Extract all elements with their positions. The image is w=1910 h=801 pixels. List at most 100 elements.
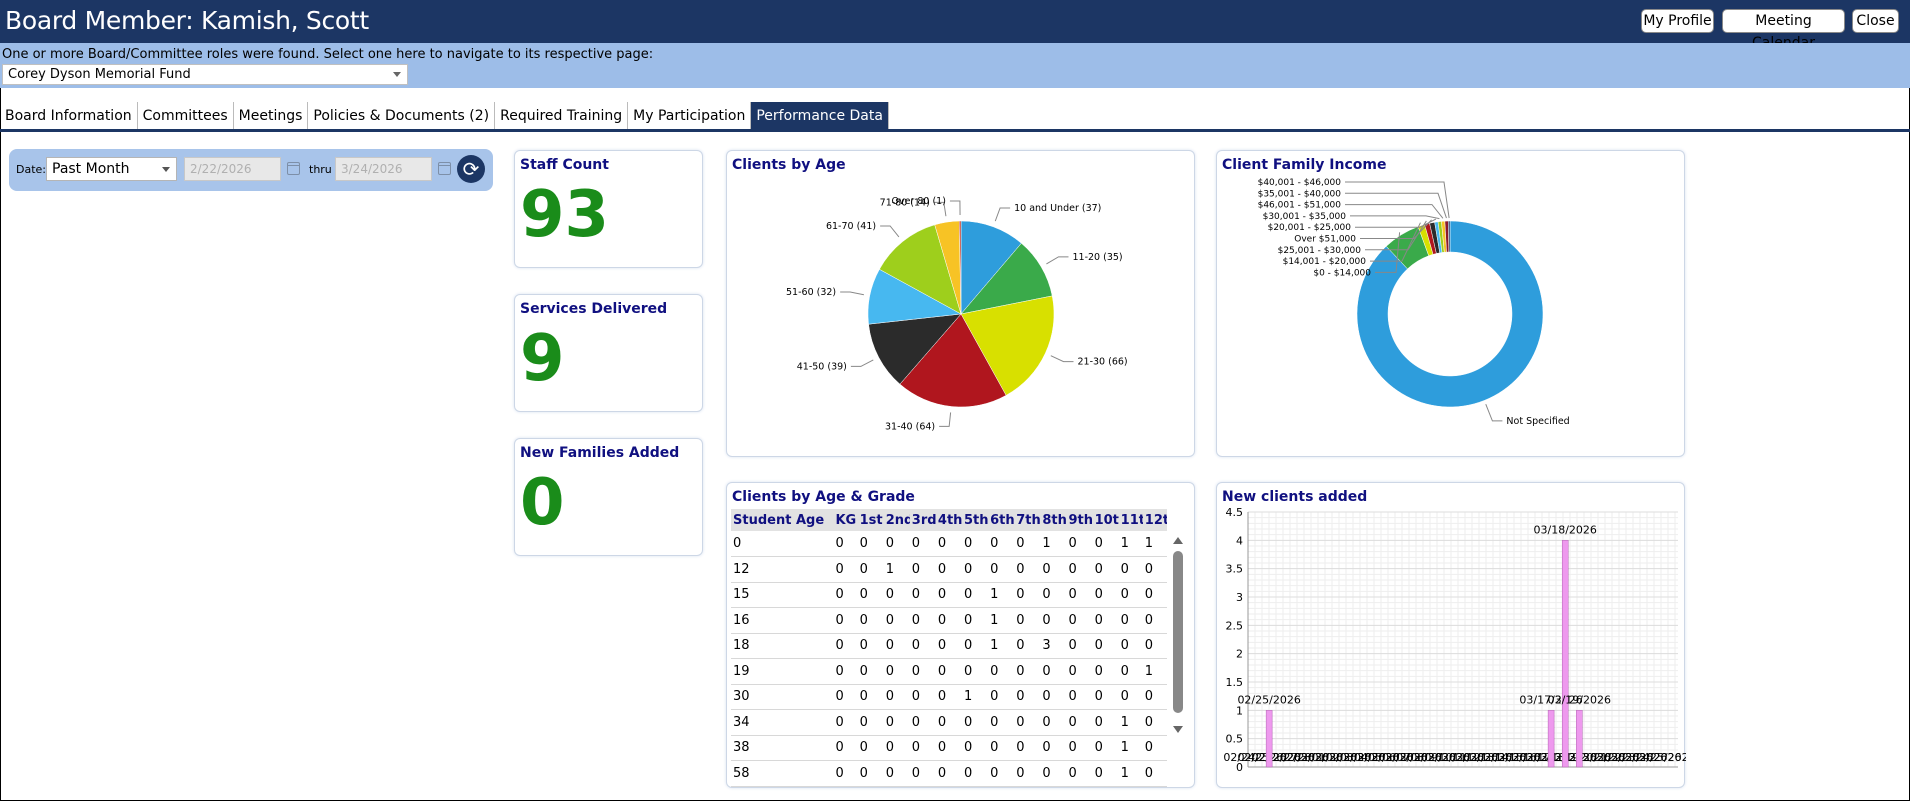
table-cell: 0 bbox=[962, 709, 989, 736]
new-families-card: New Families Added 0 bbox=[514, 438, 703, 556]
table-cell: 0 bbox=[962, 760, 989, 787]
pie-label: 11-20 (35) bbox=[1072, 252, 1122, 263]
donut-label: $35,001 - $40,000 bbox=[1258, 189, 1342, 199]
tab-committees[interactable]: Committees bbox=[138, 102, 234, 130]
table-cell: 0 bbox=[731, 531, 834, 557]
table-header-cell[interactable]: 5th bbox=[962, 509, 989, 531]
table-cell: 1 bbox=[988, 582, 1015, 608]
table-cell: 1 bbox=[1142, 658, 1167, 685]
scroll-thumb[interactable] bbox=[1173, 551, 1183, 713]
table-header-cell[interactable]: 4th bbox=[935, 509, 963, 531]
table-cell: 0 bbox=[1040, 684, 1067, 710]
table-header-cell[interactable]: 8th bbox=[1040, 509, 1067, 531]
table-cell: 0 bbox=[909, 760, 936, 787]
table-cell: 0 bbox=[857, 735, 884, 761]
table-cell: 0 bbox=[935, 684, 963, 710]
chart-title: Clients by Age & Grade bbox=[732, 489, 915, 505]
table-cell: 0 bbox=[935, 582, 963, 608]
table-header-cell[interactable]: KG bbox=[833, 509, 858, 531]
table-cell: 0 bbox=[988, 709, 1015, 736]
bar bbox=[1265, 710, 1273, 768]
table-cell: 0 bbox=[988, 531, 1015, 557]
tab-policies-documents[interactable]: Policies & Documents (2) bbox=[308, 102, 496, 130]
table-scrollbar[interactable] bbox=[1171, 537, 1185, 733]
table-header-cell[interactable]: 10th bbox=[1092, 509, 1119, 531]
table-header-cell[interactable]: 3rd bbox=[909, 509, 936, 531]
table-row: 15 0 0 0 0 0 0 1 0 0 0 0 0 0 bbox=[731, 582, 1167, 608]
my-profile-button[interactable]: My Profile bbox=[1641, 9, 1714, 33]
table-header-cell[interactable]: 6th bbox=[988, 509, 1015, 531]
table-cell: 0 bbox=[1066, 531, 1093, 557]
table-cell: 0 bbox=[1014, 735, 1041, 761]
age-pie-chart: 10 and Under (37) 11-20 (35) 21-30 (66) 31-… bbox=[786, 196, 1128, 432]
date-from-input[interactable]: 2/22/2026 bbox=[184, 157, 281, 181]
calendar-icon[interactable] bbox=[287, 162, 300, 175]
table-cell: 0 bbox=[962, 556, 989, 583]
table-cell: 0 bbox=[962, 735, 989, 761]
tab-my-participation[interactable]: My Participation bbox=[628, 102, 752, 130]
donut-label: $30,001 - $35,000 bbox=[1263, 212, 1347, 222]
table-cell: 38 bbox=[731, 735, 834, 761]
table-header-cell[interactable]: Student Age bbox=[731, 509, 834, 531]
table-cell: 18 bbox=[731, 633, 834, 659]
table-cell: 0 bbox=[935, 531, 963, 557]
table-header-cell[interactable]: 1st bbox=[857, 509, 884, 531]
tab-performance-data[interactable]: Performance Data bbox=[751, 102, 889, 130]
table-cell: 0 bbox=[1092, 760, 1119, 787]
meeting-calendar-button[interactable]: Meeting Calendar bbox=[1722, 9, 1845, 51]
table-row: 19 0 0 0 0 0 0 0 0 0 0 0 0 1 bbox=[731, 658, 1167, 685]
table-cell: 0 bbox=[909, 709, 936, 736]
table-cell: 1 bbox=[1142, 531, 1167, 557]
table-header-cell[interactable]: 12th bbox=[1142, 509, 1167, 531]
tab-required-training[interactable]: Required Training bbox=[495, 102, 629, 130]
table-cell: 0 bbox=[857, 760, 884, 787]
clients-by-age-card: Clients by Age 10 and Under (37) 11-20 (3… bbox=[726, 150, 1195, 457]
table-row: 34 0 0 0 0 0 0 0 0 0 0 0 1 0 bbox=[731, 709, 1167, 736]
tab-bar: Board Information Committees Meetings Po… bbox=[0, 102, 889, 130]
table-cell: 0 bbox=[909, 658, 936, 685]
close-button[interactable]: Close bbox=[1852, 9, 1899, 33]
y-tick-label: 4 bbox=[1236, 534, 1243, 547]
table-cell: 0 bbox=[1014, 607, 1041, 634]
table-cell: 0 bbox=[935, 633, 963, 659]
calendar-icon[interactable] bbox=[438, 162, 451, 175]
age-grade-table: Student Age KG 1st 2nd 3rd 4th 5th 6th 7th 8th 9th… bbox=[731, 509, 1167, 787]
refresh-icon[interactable]: ⟳ bbox=[457, 155, 485, 183]
date-range-value: Past Month bbox=[52, 161, 130, 177]
date-to-input[interactable]: 3/24/2026 bbox=[335, 157, 432, 181]
pie-leader-line bbox=[1046, 256, 1069, 265]
page-title: Board Member: Kamish, Scott bbox=[5, 6, 369, 35]
donut-label: $20,001 - $25,000 bbox=[1268, 223, 1352, 233]
table-cell: 0 bbox=[1040, 735, 1067, 761]
table-cell: 0 bbox=[833, 760, 858, 787]
date-label: Date: bbox=[16, 163, 46, 176]
table-header-cell[interactable]: 2nd bbox=[883, 509, 910, 531]
scroll-down-icon[interactable] bbox=[1173, 726, 1183, 733]
bar bbox=[1547, 710, 1555, 768]
table-cell: 0 bbox=[883, 607, 910, 634]
date-range-select[interactable]: Past Month bbox=[46, 157, 177, 181]
pie-label: Over 80 (1) bbox=[891, 196, 945, 207]
pie-label: 10 and Under (37) bbox=[1014, 203, 1101, 214]
table-header-cell[interactable]: 9th bbox=[1066, 509, 1093, 531]
table-cell: 0 bbox=[833, 684, 858, 710]
table-cell: 1 bbox=[962, 684, 989, 710]
tab-board-information[interactable]: Board Information bbox=[0, 102, 138, 130]
tab-meetings[interactable]: Meetings bbox=[234, 102, 309, 130]
table-cell: 0 bbox=[935, 658, 963, 685]
table-header-cell[interactable]: 7th bbox=[1014, 509, 1041, 531]
table-cell: 1 bbox=[1118, 735, 1143, 761]
card-title: Staff Count bbox=[520, 157, 609, 173]
role-select[interactable]: Corey Dyson Memorial Fund bbox=[2, 64, 408, 85]
table-cell: 1 bbox=[988, 607, 1015, 634]
donut-leader-line bbox=[1345, 181, 1450, 219]
scroll-up-icon[interactable] bbox=[1173, 537, 1183, 544]
table-cell: 1 bbox=[988, 633, 1015, 659]
table-cell: 1 bbox=[1118, 760, 1143, 787]
table-cell: 16 bbox=[731, 607, 834, 634]
table-cell: 0 bbox=[1092, 607, 1119, 634]
table-row: 58 0 0 0 0 0 0 0 0 0 0 0 1 0 bbox=[731, 760, 1167, 787]
pie-label: 61-70 (41) bbox=[826, 221, 876, 232]
table-cell: 0 bbox=[935, 556, 963, 583]
table-header-cell[interactable]: 11th bbox=[1118, 509, 1143, 531]
